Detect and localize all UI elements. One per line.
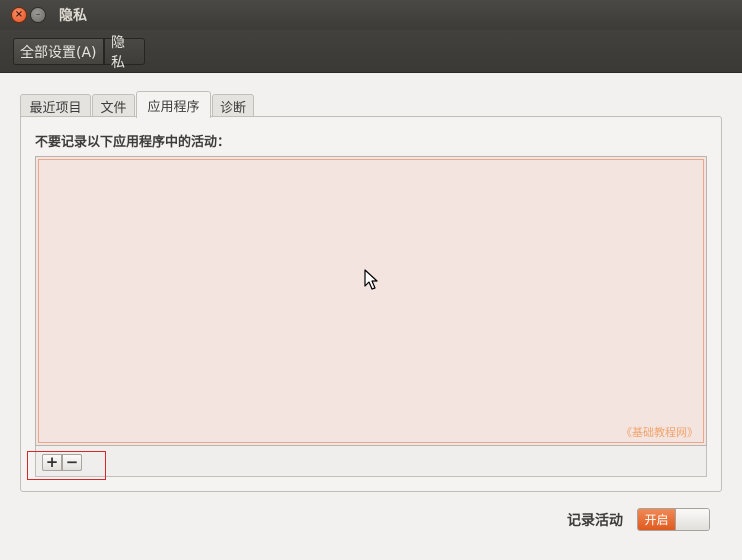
- window-title: 隐私: [59, 8, 87, 24]
- switch-on-label: 开启: [638, 509, 675, 530]
- mouse-cursor-icon: [364, 269, 378, 290]
- switch-knob[interactable]: [675, 509, 709, 530]
- record-activity-switch[interactable]: 开启: [637, 508, 710, 531]
- remove-app-button[interactable]: −: [62, 454, 82, 471]
- add-app-button[interactable]: +: [42, 454, 62, 471]
- tab-applications[interactable]: 应用程序: [136, 91, 211, 118]
- title-bar: × – 隐私: [0, 0, 742, 30]
- all-settings-button[interactable]: 全部设置(A): [13, 38, 104, 65]
- list-focus-ring: [38, 159, 704, 443]
- breadcrumb-privacy[interactable]: 隐私: [104, 35, 145, 71]
- blacklist-app-list[interactable]: 《基础教程网》: [35, 156, 707, 446]
- watermark-text: 《基础教程网》: [621, 426, 698, 439]
- toolbar: 全部设置(A) 隐私: [0, 30, 742, 73]
- tab-files[interactable]: 文件: [92, 94, 135, 117]
- record-activity-label: 记录活动: [567, 513, 623, 529]
- tab-diagnostics[interactable]: 诊断: [212, 94, 254, 117]
- list-toolbar: + −: [35, 446, 707, 477]
- minimize-icon[interactable]: –: [30, 7, 46, 23]
- close-icon[interactable]: ×: [11, 7, 27, 23]
- section-heading: 不要记录以下应用程序中的活动：: [35, 135, 231, 150]
- tab-recent-items[interactable]: 最近项目: [20, 94, 91, 117]
